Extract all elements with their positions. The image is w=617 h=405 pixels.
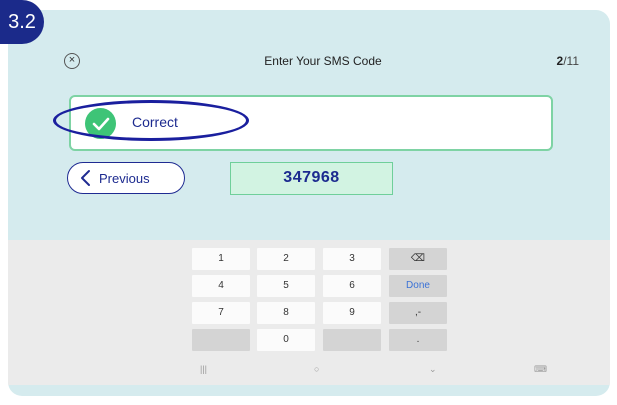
- backspace-key[interactable]: ⌫: [389, 248, 447, 270]
- done-key[interactable]: Done: [389, 275, 447, 297]
- key-5[interactable]: 5: [257, 275, 315, 297]
- step-badge: 3.2: [0, 0, 44, 44]
- key-4[interactable]: 4: [192, 275, 250, 297]
- back-icon[interactable]: ⌄: [429, 364, 437, 375]
- numeric-keyboard: 1 2 3 ⌫ 4 5 6 Done 7 8 9 ,- 0 . ||| ○ ⌄ …: [8, 240, 610, 385]
- previous-button-label: Previous: [99, 171, 150, 186]
- key-6[interactable]: 6: [323, 275, 381, 297]
- home-icon[interactable]: ○: [314, 364, 319, 374]
- chevron-left-icon: [81, 170, 90, 186]
- step-counter-total: /11: [563, 54, 579, 68]
- blank-key-right: [323, 329, 381, 351]
- page-title: Enter Your SMS Code: [264, 54, 382, 68]
- key-1[interactable]: 1: [192, 248, 250, 270]
- sms-code-field[interactable]: 347968: [230, 162, 393, 195]
- close-icon[interactable]: ×: [64, 53, 80, 69]
- sms-code-screen: × Enter Your SMS Code 2/11 Correct Previ…: [8, 45, 610, 390]
- step-counter: 2/11: [523, 54, 579, 68]
- blank-key-left: [192, 329, 250, 351]
- annotation-highlight-oval: [53, 100, 249, 141]
- previous-button[interactable]: Previous: [67, 162, 185, 194]
- key-9[interactable]: 9: [323, 302, 381, 324]
- symbol-key[interactable]: ,-: [389, 302, 447, 324]
- recent-apps-icon[interactable]: |||: [200, 364, 207, 374]
- key-8[interactable]: 8: [257, 302, 315, 324]
- status-correct-banner: Correct: [53, 95, 553, 151]
- key-0[interactable]: 0: [257, 329, 315, 351]
- key-7[interactable]: 7: [192, 302, 250, 324]
- period-key[interactable]: .: [389, 329, 447, 351]
- key-2[interactable]: 2: [257, 248, 315, 270]
- keyboard-icon[interactable]: ⌨: [534, 364, 547, 375]
- android-nav-bar: ||| ○ ⌄ ⌨: [8, 362, 610, 382]
- key-3[interactable]: 3: [323, 248, 381, 270]
- phone-screen-panel: × Enter Your SMS Code 2/11 Correct Previ…: [8, 10, 610, 396]
- header-bar: × Enter Your SMS Code 2/11: [63, 45, 583, 75]
